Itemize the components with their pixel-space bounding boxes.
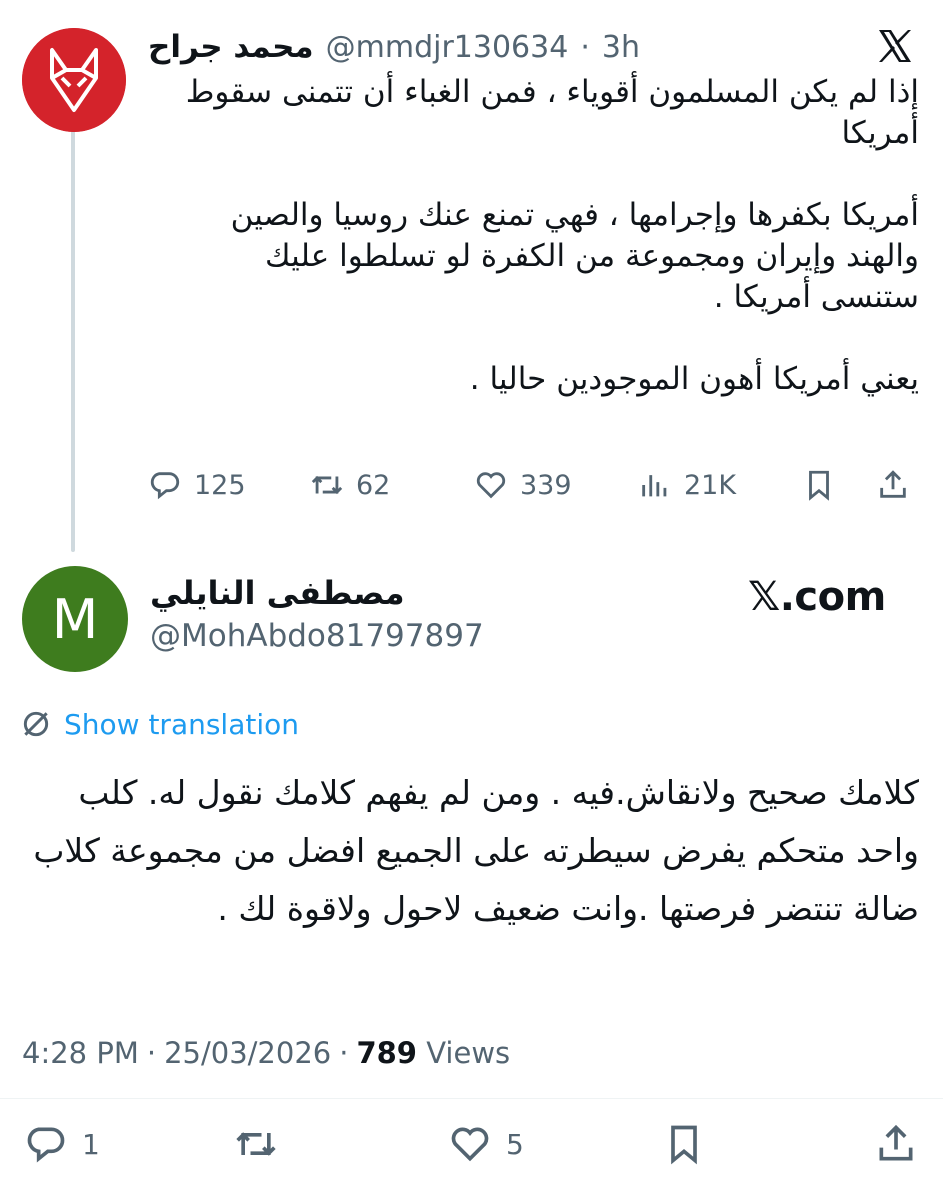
like-count: 5 — [506, 1127, 524, 1161]
tweet-action-bar: 125 62 339 21K — [148, 462, 919, 508]
tweet-header: محمد جراح @mmdjr130634 · 3h — [148, 24, 640, 70]
repost-icon — [236, 1132, 276, 1156]
author-handle[interactable]: @mmdjr130634 — [326, 30, 569, 65]
show-translation-link[interactable]: Show translation — [64, 708, 299, 741]
tweet-meta: 4:28 PM · 25/03/2026 · 789 Views — [22, 1036, 510, 1070]
avatar-letter: M — [51, 587, 99, 651]
tweet-text: كلامك صحيح ولانقاش.فيه . ومن لم يفهم كلا… — [33, 773, 919, 928]
repost-button[interactable] — [234, 1116, 278, 1172]
views-count: 21K — [684, 469, 737, 501]
reply-button[interactable]: 125 — [148, 462, 246, 508]
reply-icon — [27, 1127, 65, 1163]
thread-connector-line — [71, 122, 75, 552]
tweet-date[interactable]: 25/03/2026 — [164, 1036, 331, 1070]
repost-count: 62 — [356, 469, 391, 501]
author-name[interactable]: مصطفى النايلي — [150, 574, 405, 612]
avatar[interactable]: M — [22, 566, 128, 672]
like-button[interactable]: 5 — [448, 1116, 524, 1172]
reply-button[interactable]: 1 — [24, 1116, 100, 1172]
share-button[interactable] — [876, 462, 910, 508]
repost-button[interactable]: 62 — [310, 462, 390, 508]
author-name[interactable]: محمد جراح — [148, 29, 314, 65]
divider — [0, 1098, 943, 1099]
reply-count: 1 — [82, 1127, 100, 1161]
share-icon — [880, 470, 906, 498]
like-count: 339 — [520, 469, 572, 501]
tweet-time[interactable]: 3h — [602, 30, 640, 65]
separator-dot: · — [580, 29, 590, 65]
like-icon — [476, 472, 506, 499]
bookmark-icon — [809, 470, 829, 501]
avatar[interactable] — [22, 28, 126, 132]
views-icon — [642, 475, 667, 497]
tweet-time[interactable]: 4:28 PM — [22, 1036, 139, 1070]
tweet-text: إذا لم يكن المسلمون أقوياء ، فمن الغباء … — [185, 74, 919, 397]
translate-icon — [23, 711, 49, 737]
x-logo-icon[interactable] — [875, 26, 915, 66]
tweet-action-bar: 1 5 — [0, 1116, 943, 1172]
bookmark-button[interactable] — [662, 1116, 706, 1172]
source-label: 𝕏.com — [748, 574, 886, 620]
like-icon — [451, 1127, 489, 1162]
show-translation-button[interactable]: Show translation — [20, 704, 299, 744]
share-button[interactable] — [874, 1116, 918, 1172]
separator-dot: · — [146, 1036, 157, 1070]
reply-icon — [150, 472, 180, 500]
share-icon — [879, 1124, 913, 1161]
author-handle[interactable]: @MohAbdo81797897 — [150, 618, 484, 654]
bookmark-button[interactable] — [802, 462, 836, 508]
repost-icon — [311, 475, 343, 495]
views-button[interactable]: 21K — [638, 462, 736, 508]
bookmark-icon — [671, 1125, 697, 1165]
separator-dot: · — [339, 1036, 349, 1070]
like-button[interactable]: 339 — [474, 462, 572, 508]
reply-count: 125 — [194, 469, 246, 501]
views-label: Views — [426, 1036, 511, 1070]
views-count: 789 — [356, 1036, 417, 1070]
